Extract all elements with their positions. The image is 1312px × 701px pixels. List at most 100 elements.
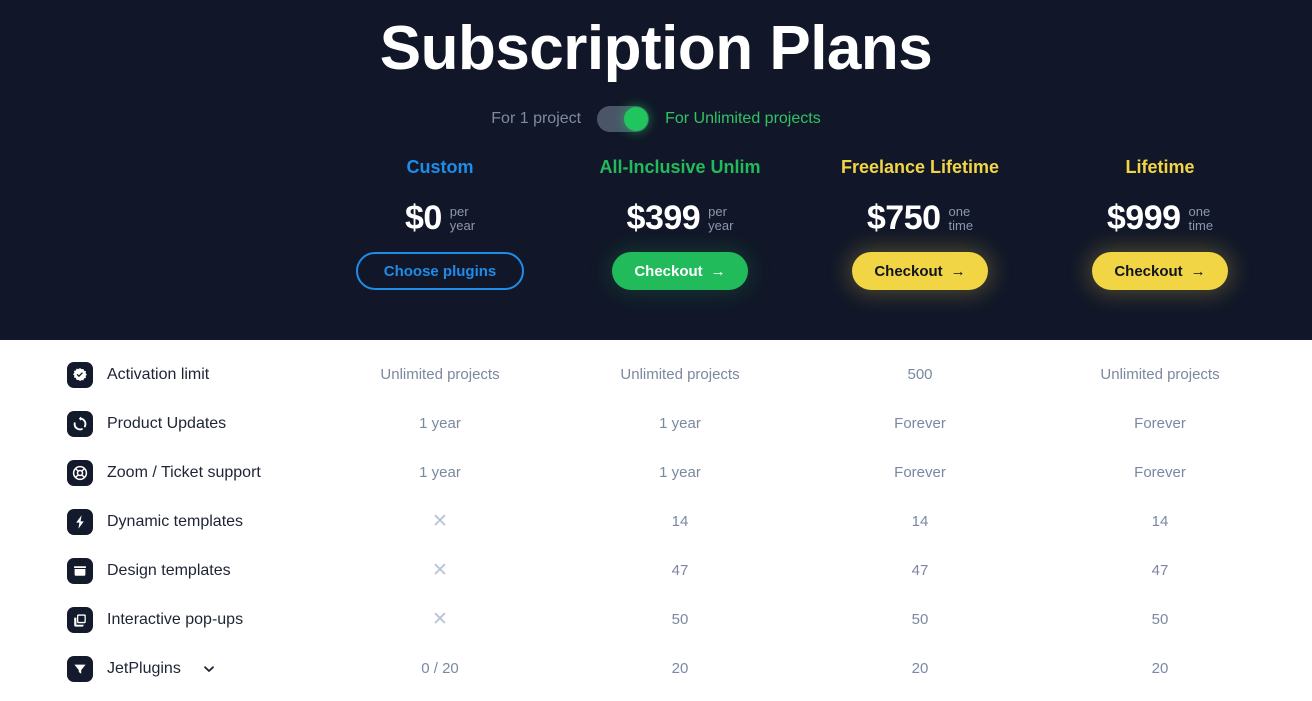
choose-plugins-button[interactable]: Choose plugins xyxy=(355,252,525,290)
cell-all-inclusive-unlim: Unlimited projects xyxy=(620,366,740,383)
plan-period-line2: time xyxy=(948,218,974,233)
feature-interactive-pop-ups: Interactive pop-ups xyxy=(0,606,320,633)
table-row: JetPlugins 0 / 20 20 20 20 xyxy=(0,644,1312,693)
plan-period-line1: one xyxy=(948,204,971,219)
checkout-button-freelance-lifetime[interactable]: Checkout → xyxy=(852,252,988,290)
cross-icon: ✕ xyxy=(432,609,448,630)
plan-card-freelance-lifetime: Freelance Lifetime $750 one time Checkou… xyxy=(800,158,1040,290)
plan-name: Lifetime xyxy=(1125,157,1195,177)
arrow-right-icon: → xyxy=(1190,262,1206,280)
table-row: Design templates ✕ 47 47 47 xyxy=(0,546,1312,595)
button-label: Checkout xyxy=(874,262,943,280)
cell-custom: 1 year xyxy=(419,415,461,432)
plan-amount: $399 xyxy=(626,199,701,237)
plans-grid: Custom $0 per year Choose plugins All-In… xyxy=(0,158,1312,290)
toggle-label-unlimited-projects[interactable]: For Unlimited projects xyxy=(665,110,821,128)
cell-lifetime: 20 xyxy=(1151,660,1169,677)
plan-price: $750 one time xyxy=(800,196,1040,240)
cell-freelance-lifetime: 20 xyxy=(911,660,929,677)
plan-price: $399 per year xyxy=(560,196,800,240)
folder-icon xyxy=(67,557,93,584)
feature-label: Product Updates xyxy=(107,414,227,432)
feature-design-templates: Design templates xyxy=(0,557,320,584)
plan-card-lifetime: Lifetime $999 one time Checkout → xyxy=(1040,158,1280,290)
cell-all-inclusive-unlim: 14 xyxy=(671,513,689,530)
plan-name: Custom xyxy=(406,157,474,177)
billing-scope-toggle-row: For 1 project For Unlimited projects xyxy=(0,106,1312,132)
windows-stack-icon xyxy=(67,606,93,633)
table-row: Product Updates 1 year 1 year Forever Fo… xyxy=(0,399,1312,448)
plan-period-line2: year xyxy=(449,218,476,233)
plan-period-line1: per xyxy=(708,204,727,219)
cell-freelance-lifetime: 500 xyxy=(907,366,933,383)
plan-price: $0 per year xyxy=(320,196,560,240)
plan-period: per year xyxy=(708,203,733,233)
feature-comparison-table: Activation limit Unlimited projects Unli… xyxy=(0,340,1312,693)
feature-label: Design templates xyxy=(107,561,231,579)
plan-period-line2: year xyxy=(708,218,734,233)
plan-period-line2: time xyxy=(1188,218,1214,233)
page-title: Subscription Plans xyxy=(379,14,933,83)
toggle-label-one-project[interactable]: For 1 project xyxy=(491,110,581,128)
verified-badge-icon xyxy=(67,361,93,388)
plan-period: per year xyxy=(450,203,475,233)
cell-all-inclusive-unlim: 47 xyxy=(671,562,689,579)
plan-amount: $750 xyxy=(866,199,941,237)
checkout-button-lifetime[interactable]: Checkout → xyxy=(1092,252,1228,290)
button-label: Checkout xyxy=(634,262,703,280)
plans-grid-spacer xyxy=(0,158,320,290)
plan-period-line1: one xyxy=(1188,204,1211,219)
button-label: Choose plugins xyxy=(383,262,497,280)
funnel-icon xyxy=(67,655,93,682)
chevron-down-icon[interactable] xyxy=(201,661,217,677)
plan-amount: $0 xyxy=(404,199,442,237)
cell-custom: ✕ xyxy=(320,559,560,582)
button-label: Checkout xyxy=(1114,262,1183,280)
cell-lifetime: 14 xyxy=(1151,513,1169,530)
table-row: Activation limit Unlimited projects Unli… xyxy=(0,350,1312,399)
plan-card-all-inclusive-unlim: All-Inclusive Unlim $399 per year Checko… xyxy=(560,158,800,290)
scope-toggle-switch[interactable] xyxy=(597,106,650,132)
feature-label: Dynamic templates xyxy=(107,512,244,530)
cell-lifetime: 50 xyxy=(1151,611,1169,628)
toggle-knob xyxy=(624,107,649,131)
table-row: Interactive pop-ups ✕ 50 50 50 xyxy=(0,595,1312,644)
subscription-plans-page: Subscription Plans For 1 project For Unl… xyxy=(0,0,1312,701)
cell-freelance-lifetime: Forever xyxy=(894,464,946,481)
plan-period: one time xyxy=(949,203,974,233)
feature-label: Interactive pop-ups xyxy=(107,610,244,628)
cell-custom: Unlimited projects xyxy=(380,366,500,383)
cell-custom: 0 / 20 xyxy=(421,660,459,677)
table-row: Zoom / Ticket support 1 year 1 year Fore… xyxy=(0,448,1312,497)
plan-amount: $999 xyxy=(1106,199,1181,237)
table-row: Dynamic templates ✕ 14 14 14 xyxy=(0,497,1312,546)
lightning-bolt-icon xyxy=(67,508,93,535)
feature-label: Activation limit xyxy=(107,365,210,383)
cell-custom: 1 year xyxy=(419,464,461,481)
checkout-button-all-inclusive-unlim[interactable]: Checkout → xyxy=(612,252,748,290)
feature-product-updates: Product Updates xyxy=(0,410,320,437)
arrow-right-icon: → xyxy=(710,262,726,280)
plan-period: one time xyxy=(1189,203,1214,233)
plan-period-line1: per xyxy=(449,204,469,219)
cell-freelance-lifetime: 50 xyxy=(911,611,929,628)
cross-icon: ✕ xyxy=(432,560,448,581)
cross-icon: ✕ xyxy=(432,511,448,532)
feature-activation-limit: Activation limit xyxy=(0,361,320,388)
plan-name: All-Inclusive Unlim xyxy=(599,157,761,177)
feature-jetplugins: JetPlugins xyxy=(0,655,320,682)
arrow-right-icon: → xyxy=(950,262,966,280)
feature-label: JetPlugins xyxy=(107,659,181,677)
lifebuoy-icon xyxy=(67,459,93,486)
cell-all-inclusive-unlim: 50 xyxy=(671,611,689,628)
cell-all-inclusive-unlim: 1 year xyxy=(659,464,701,481)
feature-dynamic-templates: Dynamic templates xyxy=(0,508,320,535)
cell-lifetime: 47 xyxy=(1151,562,1169,579)
plan-card-custom: Custom $0 per year Choose plugins xyxy=(320,158,560,290)
cell-all-inclusive-unlim: 20 xyxy=(671,660,689,677)
cell-lifetime: Forever xyxy=(1134,415,1186,432)
cell-lifetime: Forever xyxy=(1134,464,1186,481)
pricing-hero: Subscription Plans For 1 project For Unl… xyxy=(0,0,1312,340)
cell-custom: ✕ xyxy=(320,608,560,631)
cell-freelance-lifetime: Forever xyxy=(894,415,946,432)
